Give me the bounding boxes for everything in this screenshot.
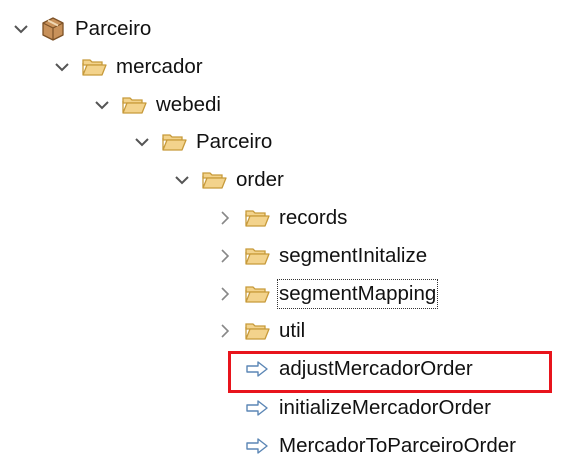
chevron-down-icon[interactable] xyxy=(173,171,191,189)
chevron-down-icon[interactable] xyxy=(12,20,30,38)
flow-arrow-icon xyxy=(244,433,270,459)
project-explorer-tree: Parceiro mercador webedi Parceiro order … xyxy=(0,0,582,457)
open-folder-icon xyxy=(244,205,270,231)
tree-node-order[interactable]: order xyxy=(0,162,582,198)
flow-arrow-icon xyxy=(244,395,270,421)
chevron-down-icon[interactable] xyxy=(93,96,111,114)
tree-node-label: webedi xyxy=(156,93,221,116)
tree-node-label: records xyxy=(279,206,348,229)
open-folder-icon xyxy=(201,167,227,193)
tree-node-label: segmentMapping xyxy=(276,279,439,309)
chevron-right-icon[interactable] xyxy=(216,209,234,227)
chevron-right-icon[interactable] xyxy=(216,247,234,265)
open-folder-icon xyxy=(81,54,107,80)
tree-node-label: order xyxy=(236,168,284,191)
tree-node-segmentinitalize[interactable]: segmentInitalize xyxy=(0,238,582,274)
tree-node-util[interactable]: util xyxy=(0,313,582,349)
chevron-down-icon[interactable] xyxy=(133,133,151,151)
chevron-right-icon[interactable] xyxy=(216,322,234,340)
package-box-icon xyxy=(40,16,66,42)
tree-node-segmentmapping[interactable]: segmentMapping xyxy=(0,276,582,312)
chevron-right-icon[interactable] xyxy=(216,285,234,303)
open-folder-icon xyxy=(244,243,270,269)
open-folder-icon xyxy=(244,318,270,344)
tree-node-records[interactable]: records xyxy=(0,200,582,236)
red-highlight-box xyxy=(228,351,552,393)
tree-node-label: segmentInitalize xyxy=(279,244,428,267)
tree-node-label: Parceiro xyxy=(75,17,152,40)
tree-node-parceiro-folder[interactable]: Parceiro xyxy=(0,124,582,160)
tree-node-mercadortoparceiroorder[interactable]: MercadorToParceiroOrder xyxy=(0,428,582,464)
tree-node-label: util xyxy=(279,319,306,342)
tree-node-label: initializeMercadorOrder xyxy=(279,396,491,419)
tree-node-webedi[interactable]: webedi xyxy=(0,87,582,123)
tree-node-label: mercador xyxy=(116,55,203,78)
tree-node-initializemercadororder[interactable]: initializeMercadorOrder xyxy=(0,390,582,426)
open-folder-icon xyxy=(244,281,270,307)
open-folder-icon xyxy=(121,92,147,118)
tree-node-label: MercadorToParceiroOrder xyxy=(279,434,516,457)
chevron-down-icon[interactable] xyxy=(53,58,71,76)
tree-node-mercador[interactable]: mercador xyxy=(0,49,582,85)
tree-node-parceiro-project[interactable]: Parceiro xyxy=(0,11,582,47)
tree-node-label: Parceiro xyxy=(196,130,273,153)
open-folder-icon xyxy=(161,129,187,155)
